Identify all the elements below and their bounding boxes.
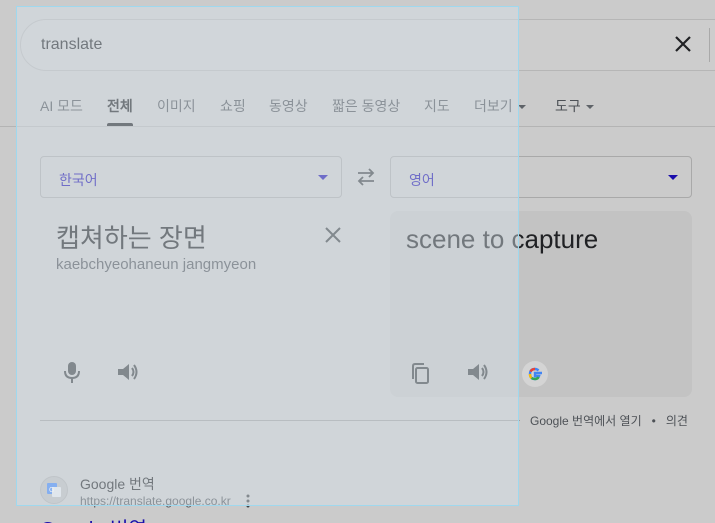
source-language-select[interactable]: 한국어	[40, 156, 342, 198]
target-language-select[interactable]: 영어	[390, 156, 692, 198]
tabs-divider	[0, 126, 715, 127]
target-language-label: 영어	[409, 172, 435, 188]
tab-more[interactable]: 더보기	[474, 96, 526, 116]
tab-images[interactable]: 이미지	[157, 96, 196, 116]
close-icon[interactable]	[672, 33, 694, 55]
copy-icon[interactable]	[407, 360, 435, 388]
more-vertical-icon[interactable]	[243, 493, 253, 509]
chevron-down-icon	[318, 175, 328, 180]
footer-separator: •	[651, 414, 656, 428]
close-icon[interactable]	[322, 224, 344, 246]
tab-tools[interactable]: 도구	[555, 96, 594, 116]
chevron-down-icon	[585, 105, 594, 110]
open-in-google-translate-link[interactable]: Google 번역에서 열기	[530, 414, 642, 428]
translator-footer-divider	[40, 420, 520, 421]
tab-ai-mode[interactable]: AI 모드	[40, 96, 83, 116]
google-translate-favicon: G	[40, 476, 68, 504]
chevron-down-icon	[668, 175, 678, 180]
search-bar[interactable]	[20, 19, 715, 71]
tab-shopping[interactable]: 쇼핑	[220, 96, 246, 116]
search-divider	[709, 28, 710, 62]
tab-videos[interactable]: 동영상	[269, 96, 308, 116]
translated-text: scene to capture	[406, 224, 599, 254]
chevron-down-icon	[517, 105, 526, 110]
tab-tools-label: 도구	[555, 98, 581, 114]
translator-footer: Google 번역에서 열기 • 의견	[530, 412, 688, 429]
google-logo-icon[interactable]	[521, 360, 549, 388]
tab-maps[interactable]: 지도	[424, 96, 450, 116]
feedback-link[interactable]: 의견	[666, 414, 688, 428]
swap-languages-icon[interactable]	[354, 166, 378, 188]
microphone-icon[interactable]	[58, 358, 86, 386]
result-title-link[interactable]: Google 번역	[40, 513, 147, 523]
tab-more-label: 더보기	[474, 98, 513, 114]
source-language-label: 한국어	[59, 172, 98, 188]
tab-all[interactable]: 전체	[107, 96, 133, 116]
result-site-name: Google 번역	[80, 476, 155, 492]
svg-text:G: G	[49, 487, 54, 494]
speaker-icon[interactable]	[114, 358, 142, 386]
result-url[interactable]: https://translate.google.co.kr	[80, 494, 231, 508]
source-romanization: kaebchyeohaneun jangmyeon	[56, 256, 257, 273]
speaker-icon[interactable]	[464, 358, 492, 386]
tab-short-videos[interactable]: 짧은 동영상	[332, 96, 400, 116]
search-input[interactable]: translate	[41, 36, 102, 54]
source-text[interactable]: 캡쳐하는 장면	[56, 218, 207, 255]
